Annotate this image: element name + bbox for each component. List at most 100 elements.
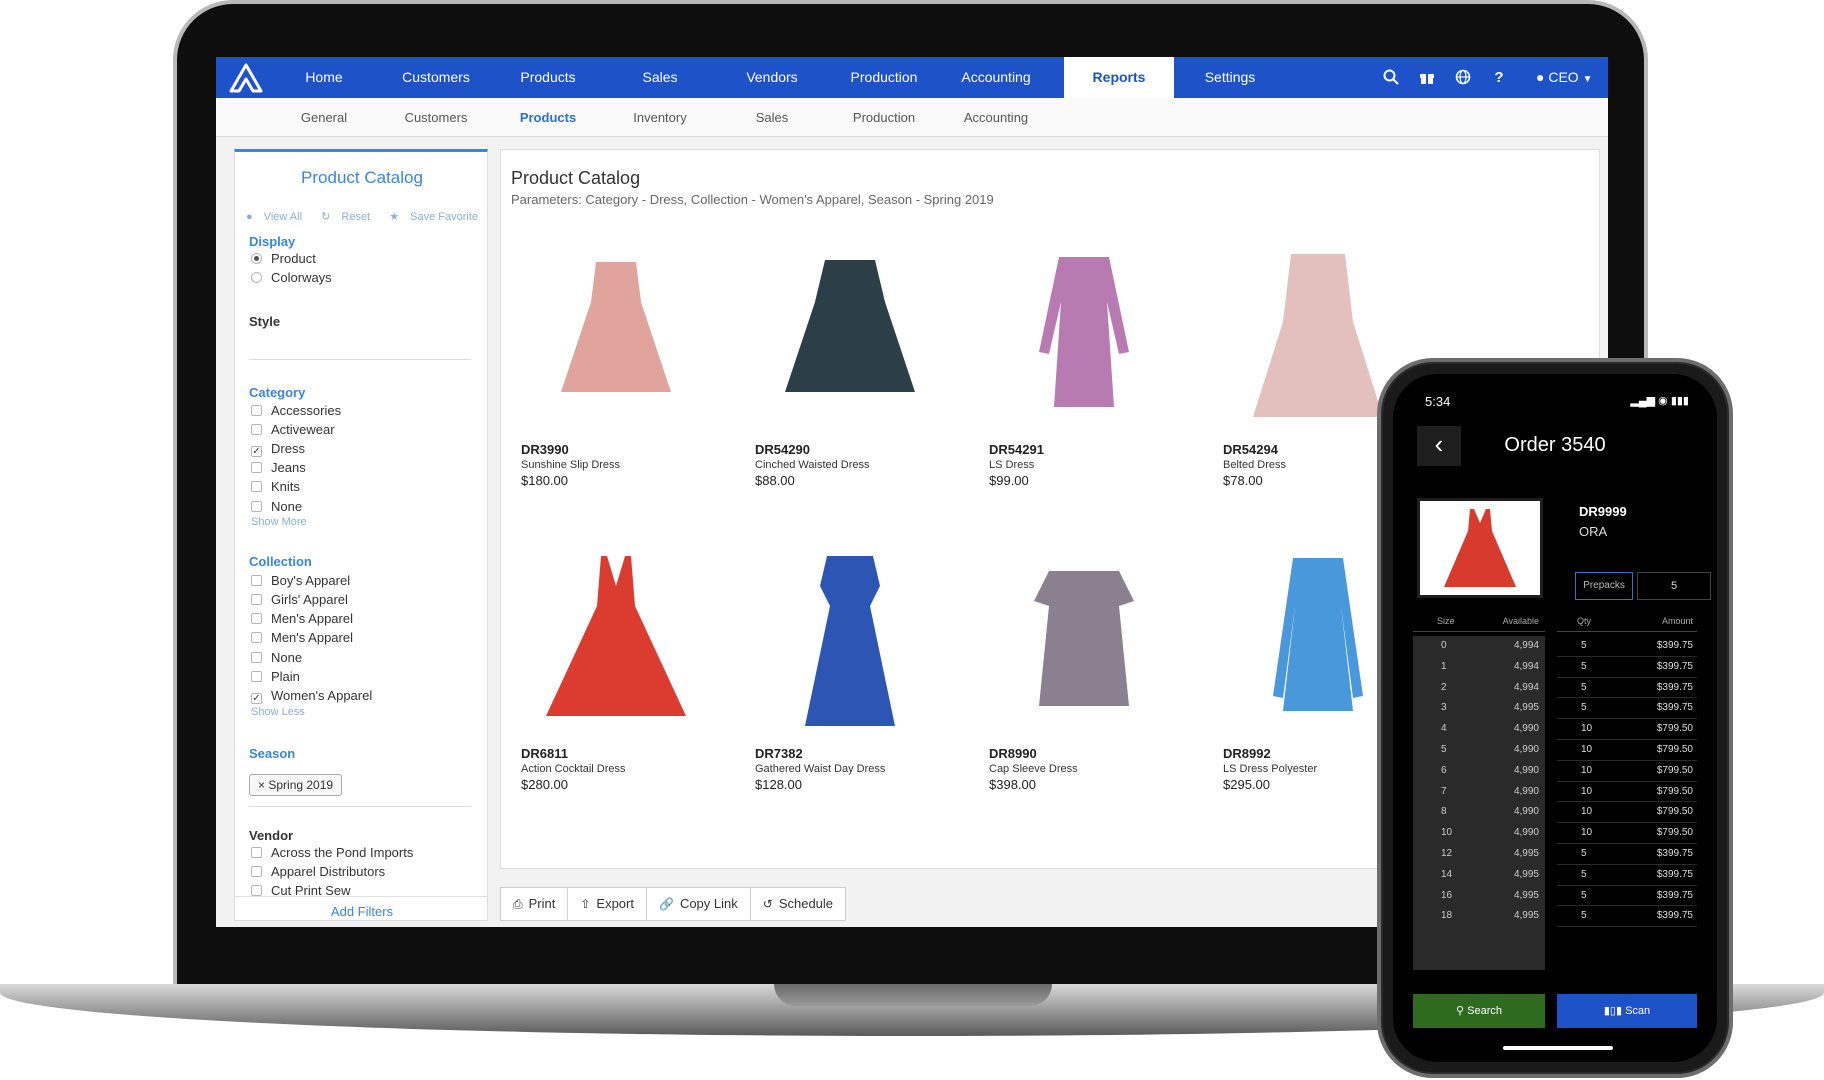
- nav-production[interactable]: Production: [828, 57, 940, 98]
- qty-cell[interactable]: 10: [1581, 786, 1592, 797]
- product-code[interactable]: DR54290: [755, 442, 810, 457]
- product-code[interactable]: DR8990: [989, 746, 1037, 761]
- product-code[interactable]: DR54294: [1223, 442, 1278, 457]
- add-filters-button[interactable]: Add Filters: [235, 896, 487, 920]
- checkbox[interactable]: [251, 501, 262, 512]
- qty-cell[interactable]: 5: [1581, 682, 1587, 693]
- table-row[interactable]: 5 $399.75: [1557, 698, 1697, 720]
- subnav-general[interactable]: General: [268, 98, 380, 137]
- table-row[interactable]: 5 $399.75: [1557, 677, 1697, 699]
- collection-none[interactable]: None: [251, 649, 302, 667]
- prepacks-input[interactable]: 5: [1637, 572, 1711, 600]
- nav-customers[interactable]: Customers: [380, 57, 492, 98]
- product-image[interactable]: [745, 242, 955, 432]
- show-less-link[interactable]: Show Less: [251, 706, 305, 718]
- product-image[interactable]: [511, 546, 721, 736]
- collection-mens-2[interactable]: Men's Apparel: [251, 629, 353, 647]
- category-knits[interactable]: Knits: [251, 478, 300, 496]
- search-icon[interactable]: [1382, 69, 1400, 87]
- product-image[interactable]: [979, 546, 1189, 736]
- radio-selected[interactable]: [251, 253, 262, 264]
- table-row[interactable]: 5 $399.75: [1557, 885, 1697, 907]
- qty-cell[interactable]: 10: [1581, 744, 1592, 755]
- table-row[interactable]: 5 $399.75: [1557, 656, 1697, 678]
- checkbox[interactable]: [251, 481, 262, 492]
- help-icon[interactable]: ?: [1490, 69, 1508, 87]
- subnav-sales[interactable]: Sales: [716, 98, 828, 137]
- nav-sales[interactable]: Sales: [604, 57, 716, 98]
- remove-icon[interactable]: ×: [258, 778, 265, 792]
- product-code[interactable]: DR54291: [989, 442, 1044, 457]
- product-code[interactable]: DR3990: [521, 442, 569, 457]
- search-button[interactable]: ⚲ Search: [1413, 994, 1545, 1028]
- user-menu[interactable]: ● CEO ▼: [1536, 57, 1593, 98]
- table-row[interactable]: 5 $399.75: [1557, 906, 1697, 928]
- table-row[interactable]: 10 $799.50: [1557, 739, 1697, 761]
- table-row[interactable]: 10 $799.50: [1557, 760, 1697, 782]
- collection-mens[interactable]: Men's Apparel: [251, 610, 353, 628]
- display-option-product[interactable]: Product: [251, 250, 316, 268]
- product-code[interactable]: DR8992: [1223, 746, 1271, 761]
- checkbox[interactable]: [251, 424, 262, 435]
- checkbox-checked[interactable]: ✓: [251, 693, 262, 704]
- collection-plain[interactable]: Plain: [251, 668, 300, 686]
- checkbox-checked[interactable]: ✓: [251, 446, 262, 457]
- category-dress[interactable]: ✓ Dress: [251, 440, 305, 458]
- product-image[interactable]: [745, 546, 955, 736]
- table-row[interactable]: 10 $799.50: [1557, 719, 1697, 740]
- qty-cell[interactable]: 10: [1581, 765, 1592, 776]
- subnav-accounting[interactable]: Accounting: [940, 98, 1052, 137]
- subnav-production[interactable]: Production: [828, 98, 940, 137]
- radio[interactable]: [251, 272, 262, 283]
- save-favorite-link[interactable]: ★ Save Favorite: [385, 211, 482, 223]
- qty-cell[interactable]: 5: [1581, 640, 1587, 651]
- qty-cell[interactable]: 10: [1581, 806, 1592, 817]
- collection-boys[interactable]: Boy's Apparel: [251, 572, 350, 590]
- qty-cell[interactable]: 5: [1581, 890, 1587, 901]
- checkbox[interactable]: [251, 613, 262, 624]
- category-accessories[interactable]: Accessories: [251, 402, 341, 420]
- product-image[interactable]: [979, 242, 1189, 432]
- view-all-link[interactable]: ● View All: [242, 211, 306, 223]
- nav-vendors[interactable]: Vendors: [716, 57, 828, 98]
- checkbox[interactable]: [251, 866, 262, 877]
- nav-accounting[interactable]: Accounting: [940, 57, 1052, 98]
- product-code[interactable]: DR6811: [521, 746, 568, 761]
- subnav-products[interactable]: Products: [492, 98, 604, 137]
- qty-cell[interactable]: 5: [1581, 869, 1587, 880]
- season-chip[interactable]: × Spring 2019: [249, 774, 343, 796]
- subnav-customers[interactable]: Customers: [380, 98, 492, 137]
- table-row[interactable]: 10 $799.50: [1557, 781, 1697, 803]
- reset-link[interactable]: ↻ Reset: [317, 211, 374, 223]
- gift-icon[interactable]: [1418, 69, 1436, 87]
- table-row[interactable]: 5 $399.75: [1557, 864, 1697, 886]
- checkbox[interactable]: [251, 632, 262, 643]
- schedule-button[interactable]: ↺ Schedule: [749, 887, 847, 921]
- nav-home[interactable]: Home: [268, 57, 380, 98]
- app-logo-icon[interactable]: [228, 62, 264, 94]
- nav-reports[interactable]: Reports: [1064, 57, 1174, 98]
- category-jeans[interactable]: Jeans: [251, 459, 306, 477]
- product-image[interactable]: [511, 242, 721, 432]
- vendor-apparel-distributors[interactable]: Apparel Distributors: [251, 863, 385, 881]
- checkbox[interactable]: [251, 405, 262, 416]
- qty-cell[interactable]: 5: [1581, 848, 1587, 859]
- subnav-inventory[interactable]: Inventory: [604, 98, 716, 137]
- qty-cell[interactable]: 10: [1581, 827, 1592, 838]
- table-row[interactable]: 5 $399.75: [1557, 636, 1697, 657]
- collection-girls[interactable]: Girls' Apparel: [251, 591, 348, 609]
- table-row[interactable]: 5 $399.75: [1557, 843, 1697, 865]
- qty-cell[interactable]: 5: [1581, 910, 1587, 921]
- checkbox[interactable]: [251, 847, 262, 858]
- copy-link-button[interactable]: 🔗 Copy Link: [645, 887, 751, 921]
- export-button[interactable]: ⇧ Export: [567, 887, 647, 921]
- print-button[interactable]: ⎙ Print: [500, 887, 569, 921]
- show-more-link[interactable]: Show More: [251, 516, 307, 528]
- checkbox[interactable]: [251, 462, 262, 473]
- checkbox[interactable]: [251, 594, 262, 605]
- qty-cell[interactable]: 5: [1581, 702, 1587, 713]
- category-activewear[interactable]: Activewear: [251, 421, 335, 439]
- qty-cell[interactable]: 5: [1581, 661, 1587, 672]
- checkbox[interactable]: [251, 885, 262, 896]
- nav-products[interactable]: Products: [492, 57, 604, 98]
